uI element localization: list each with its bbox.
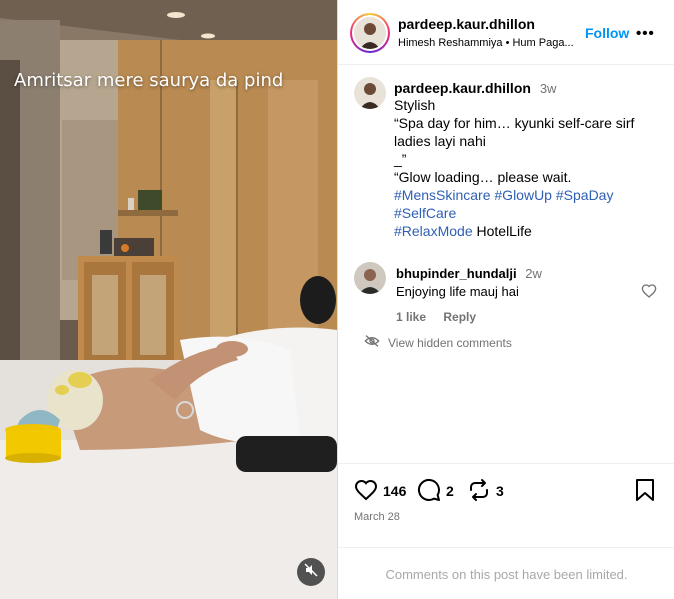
hashtag-row: #SelfCare [394, 204, 654, 222]
comment-like-button[interactable] [641, 283, 657, 304]
hashtag-link[interactable]: #SelfCare [394, 205, 456, 221]
post-date[interactable]: March 28 [354, 511, 400, 523]
divider [338, 463, 674, 464]
comment-likes-count[interactable]: 1 like [396, 310, 426, 324]
plain-tag: HotelLife [476, 223, 532, 239]
divider [338, 547, 674, 548]
share-button[interactable] [467, 478, 491, 507]
author-avatar[interactable] [350, 13, 390, 53]
post-details-panel: pardeep.kaur.dhillon Himesh Reshammiya •… [337, 0, 674, 599]
comment-item: bhupinder_hundalji 2w Enjoying life mauj… [354, 262, 659, 332]
caption-meta: pardeep.kaur.dhillon 3w [394, 80, 556, 96]
view-hidden-comments-label: View hidden comments [388, 335, 512, 350]
hashtag-row: #RelaxMode HotelLife [394, 222, 654, 240]
hashtag-link[interactable]: #GlowUp [494, 187, 552, 203]
hashtag-link[interactable]: #SpaDay [556, 187, 614, 203]
shares-count: 3 [496, 483, 504, 499]
view-hidden-comments-button[interactable]: View hidden comments [364, 334, 512, 351]
likes-count[interactable]: 146 [383, 483, 406, 499]
hashtag-link[interactable]: #MensSkincare [394, 187, 491, 203]
comment-author[interactable]: bhupinder_hundalji [396, 266, 517, 281]
like-button[interactable] [354, 478, 378, 507]
hashtag-link[interactable]: #RelaxMode [394, 223, 473, 239]
post-dialog: Amritsar mere saurya da pind pardeep.kau… [0, 0, 674, 599]
comment-time[interactable]: 2w [525, 266, 542, 281]
caption-time[interactable]: 3w [540, 81, 557, 96]
author-username[interactable]: pardeep.kaur.dhillon [398, 16, 535, 32]
caption-line: “Spa day for him… kyunki self-care sirf [394, 115, 635, 131]
audio-attribution[interactable]: Himesh Reshammiya • Hum Paga... [398, 37, 586, 49]
repost-icon [467, 479, 491, 506]
comment-actions: 1 like Reply [396, 310, 490, 324]
post-header: pardeep.kaur.dhillon Himesh Reshammiya •… [338, 0, 674, 65]
caption-line: ladies layi nahi [394, 133, 486, 149]
post-video[interactable]: Amritsar mere saurya da pind [0, 0, 337, 599]
more-options-button[interactable]: ••• [636, 25, 655, 42]
caption-author-avatar[interactable] [354, 77, 386, 109]
comments-limited-notice: Comments on this post have been limited. [385, 567, 628, 582]
comment-text: Enjoying life mauj hai [396, 284, 519, 299]
caption-text: Stylish “Spa day for him… kyunki self-ca… [394, 96, 654, 240]
reply-button[interactable]: Reply [443, 310, 476, 324]
caption-line: Stylish [394, 97, 436, 113]
comment-button[interactable] [417, 478, 441, 507]
post-action-bar: 146 2 3 [354, 478, 659, 504]
caption-author[interactable]: pardeep.kaur.dhillon [394, 80, 531, 96]
caption-line: _” [394, 151, 407, 167]
caption-line: “Glow loading… please wait. [394, 169, 572, 185]
comments-count: 2 [446, 483, 454, 499]
hashtag-row: #MensSkincare #GlowUp #SpaDay [394, 186, 654, 204]
comment-bubble-icon [417, 478, 441, 506]
follow-button[interactable]: Follow [585, 25, 629, 41]
video-overlay-caption: Amritsar mere saurya da pind [14, 70, 284, 91]
bookmark-icon [634, 479, 656, 506]
commenter-avatar[interactable] [354, 262, 386, 294]
heart-icon [641, 284, 657, 303]
heart-icon [354, 479, 378, 506]
save-button[interactable] [634, 478, 656, 507]
mute-button[interactable] [297, 558, 325, 586]
eye-off-icon [364, 334, 380, 351]
comment-meta: bhupinder_hundalji 2w [396, 266, 542, 281]
speaker-muted-icon [304, 562, 318, 582]
